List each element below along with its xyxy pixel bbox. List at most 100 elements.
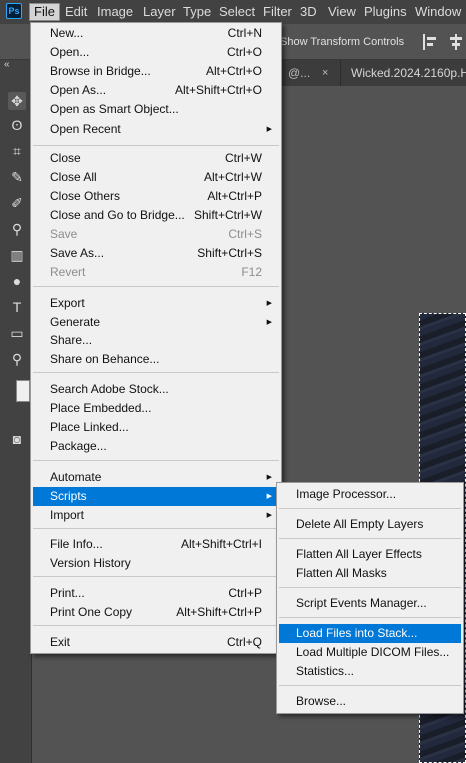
menu-item-new[interactable]: New... Ctrl+N <box>33 24 279 43</box>
menu-item-browse-in-bridge[interactable]: Browse in Bridge... Alt+Ctrl+O <box>33 62 279 81</box>
eyedropper-tool-icon[interactable]: ✎ <box>8 168 26 186</box>
menu-item-save[interactable]: Save Ctrl+S <box>33 225 279 244</box>
menu-plugins[interactable]: Plugins <box>360 3 411 21</box>
menu-item-script-events-manager[interactable]: Script Events Manager... <box>279 594 461 613</box>
menu-3d[interactable]: 3D <box>296 3 321 21</box>
menu-separator <box>33 286 279 287</box>
menu-item-share-on-behance[interactable]: Share on Behance... <box>33 350 279 369</box>
menu-item-label: Close and Go to Bridge... <box>50 208 185 222</box>
collapse-panel-icon[interactable]: « <box>4 59 10 70</box>
menu-item-browse[interactable]: Browse... <box>279 692 461 711</box>
zoom-tool-icon[interactable]: ⚲ <box>8 350 26 368</box>
menu-view[interactable]: View <box>324 3 360 21</box>
menu-layer[interactable]: Layer <box>139 3 180 21</box>
menu-item-label: Open As... <box>50 83 107 97</box>
menu-separator <box>279 538 461 539</box>
menu-item-delete-all-empty-layers[interactable]: Delete All Empty Layers <box>279 515 461 534</box>
align-center-icon[interactable] <box>448 34 464 50</box>
menu-item-open-recent[interactable]: Open Recent ▶ <box>33 120 279 139</box>
menu-item-package[interactable]: Package... <box>33 437 279 456</box>
menu-item-version-history[interactable]: Version History <box>33 554 279 573</box>
menu-file[interactable]: File <box>29 3 60 21</box>
menu-item-place-embedded[interactable]: Place Embedded... <box>33 399 279 418</box>
menu-select[interactable]: Select <box>215 3 259 21</box>
brush-tool-icon[interactable]: ✐ <box>8 194 26 212</box>
menu-item-close-all[interactable]: Close All Alt+Ctrl+W <box>33 168 279 187</box>
rectangle-tool-icon[interactable]: ▭ <box>8 324 26 342</box>
scripts-submenu: Image Processor... Delete All Empty Layer… <box>276 482 464 714</box>
menu-window[interactable]: Window <box>411 3 465 21</box>
menu-item-shortcut: Shift+Ctrl+S <box>197 246 262 260</box>
menu-item-open-as[interactable]: Open As... Alt+Shift+Ctrl+O <box>33 81 279 100</box>
menu-item-label: Open as Smart Object... <box>50 102 179 116</box>
foreground-color-swatch[interactable] <box>16 380 30 402</box>
gradient-tool-icon[interactable]: ▥ <box>8 246 26 264</box>
menu-item-label: Share on Behance... <box>50 352 160 366</box>
menu-item-label: Open Recent <box>50 122 121 136</box>
menu-item-load-files-into-stack[interactable]: Load Files into Stack... <box>279 624 461 643</box>
menu-separator <box>33 460 279 461</box>
menu-item-generate[interactable]: Generate ▶ <box>33 313 279 332</box>
menu-item-label: Load Files into Stack... <box>296 626 418 640</box>
menu-item-close-and-go-to-bridge[interactable]: Close and Go to Bridge... Shift+Ctrl+W <box>33 206 279 225</box>
close-tab-icon[interactable]: × <box>322 67 328 79</box>
menu-edit[interactable]: Edit <box>61 3 91 21</box>
submenu-arrow-icon: ▶ <box>266 319 272 326</box>
menu-separator <box>279 685 461 686</box>
menu-item-label: Statistics... <box>296 664 355 678</box>
menu-item-label: Script Events Manager... <box>296 596 427 610</box>
menu-item-print-one-copy[interactable]: Print One Copy Alt+Shift+Ctrl+P <box>33 603 279 622</box>
menu-item-scripts[interactable]: Scripts ▶ <box>33 487 279 506</box>
submenu-arrow-icon: ▶ <box>266 493 272 500</box>
menu-item-label: Save <box>50 227 78 241</box>
show-transform-controls-label[interactable]: Show Transform Controls <box>280 36 404 48</box>
menu-item-save-as[interactable]: Save As... Shift+Ctrl+S <box>33 244 279 263</box>
document-tab[interactable]: @... <box>282 60 340 86</box>
menu-item-shortcut: Alt+Shift+Ctrl+O <box>174 83 262 97</box>
move-tool-icon[interactable]: ✥ <box>8 92 26 110</box>
menu-separator <box>33 372 279 373</box>
burn-tool-icon[interactable]: ● <box>8 272 26 290</box>
menu-item-load-multiple-dicom-files[interactable]: Load Multiple DICOM Files... <box>279 643 461 662</box>
menu-item-close-others[interactable]: Close Others Alt+Ctrl+P <box>33 187 279 206</box>
menu-item-import[interactable]: Import ▶ <box>33 506 279 525</box>
file-menu: New... Ctrl+N Open... Ctrl+O Browse in Bridg… <box>30 22 282 654</box>
menu-item-search-adobe-stock[interactable]: Search Adobe Stock... <box>33 380 279 399</box>
menu-item-label: Close <box>50 151 81 165</box>
menu-item-shortcut: Ctrl+O <box>226 45 262 59</box>
menu-item-place-linked[interactable]: Place Linked... <box>33 418 279 437</box>
menu-item-shortcut: Alt+Ctrl+O <box>205 64 262 78</box>
menu-item-label: Flatten All Masks <box>296 566 387 580</box>
menu-item-exit[interactable]: Exit Ctrl+Q <box>33 633 279 652</box>
type-tool-icon[interactable]: T <box>8 298 26 316</box>
menu-item-share[interactable]: Share... <box>33 331 279 350</box>
crop-tool-icon[interactable]: ⌗ <box>8 142 26 160</box>
menu-item-shortcut: Ctrl+P <box>228 586 262 600</box>
lasso-tool-icon[interactable]: ʘ <box>8 116 26 134</box>
menu-filter[interactable]: Filter <box>259 3 296 21</box>
menu-item-open[interactable]: Open... Ctrl+O <box>33 43 279 62</box>
menu-item-print[interactable]: Print... Ctrl+P <box>33 584 279 603</box>
menu-item-export[interactable]: Export ▶ <box>33 294 279 313</box>
menu-item-close[interactable]: Close Ctrl+W <box>33 149 279 168</box>
menu-separator <box>279 587 461 588</box>
menu-item-open-as-smart-object[interactable]: Open as Smart Object... <box>33 100 279 119</box>
menu-item-label: Close All <box>50 170 97 184</box>
stamp-tool-icon[interactable]: ⚲ <box>8 220 26 238</box>
menu-item-file-info[interactable]: File Info... Alt+Shift+Ctrl+I <box>33 535 279 554</box>
menu-item-flatten-all-masks[interactable]: Flatten All Masks <box>279 564 461 583</box>
align-left-icon[interactable] <box>422 34 438 50</box>
menu-item-label: Save As... <box>50 246 105 260</box>
menu-item-automate[interactable]: Automate ▶ <box>33 468 279 487</box>
document-tab[interactable]: Wicked.2024.2160p.H <box>340 60 466 86</box>
menu-type[interactable]: Type <box>179 3 215 21</box>
menu-item-label: Browse in Bridge... <box>50 64 151 78</box>
menu-image[interactable]: Image <box>93 3 137 21</box>
menu-item-image-processor[interactable]: Image Processor... <box>279 485 461 504</box>
menu-item-statistics[interactable]: Statistics... <box>279 662 461 681</box>
menu-item-label: Print One Copy <box>50 605 133 619</box>
menu-item-revert[interactable]: Revert F12 <box>33 263 279 282</box>
menu-item-flatten-all-layer-effects[interactable]: Flatten All Layer Effects <box>279 545 461 564</box>
quick-mask-icon[interactable]: ◙ <box>8 430 26 448</box>
submenu-arrow-icon: ▶ <box>266 300 272 307</box>
